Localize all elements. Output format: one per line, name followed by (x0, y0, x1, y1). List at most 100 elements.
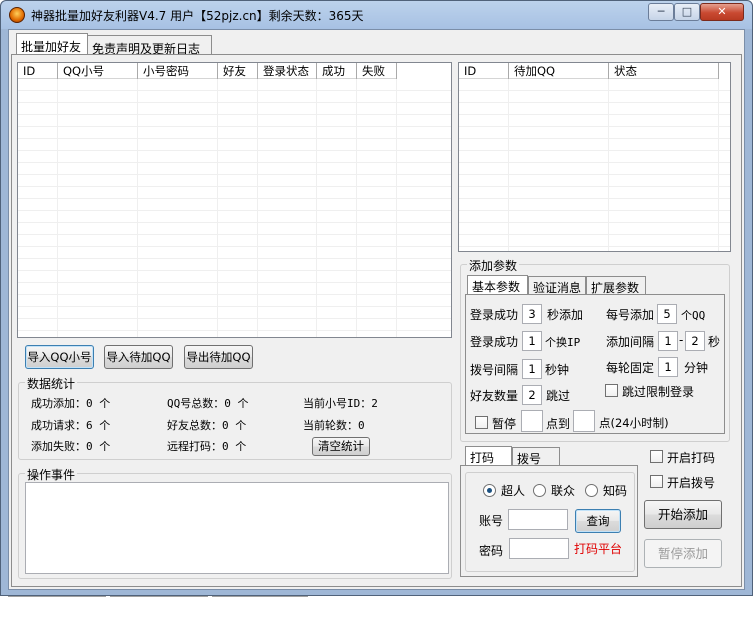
close-icon: ✕ (717, 5, 727, 18)
captcha-options-group: 超人 联众 知码 账号 查询 密码 打码平台 (465, 472, 635, 572)
events-log[interactable] (25, 482, 449, 574)
accounts-list-body (18, 79, 451, 337)
minimize-icon: ─ (657, 5, 665, 18)
pending-list[interactable]: ID 待加QQ 状态 (458, 62, 731, 252)
pause-add-button[interactable]: 暂停添加 (644, 539, 722, 568)
stat-qq-total: QQ号总数：0 个 (167, 397, 249, 410)
stats-group-label: 数据统计 (25, 375, 78, 392)
per-account-input[interactable]: 5 (657, 304, 677, 324)
app-logo-icon (9, 7, 25, 23)
close-button[interactable]: ✕ (700, 3, 744, 21)
label-change-ip: 个换IP (545, 336, 581, 349)
col-password[interactable]: 小号密码 (138, 63, 218, 79)
col-pending-qq[interactable]: 待加QQ (509, 63, 609, 79)
col-pending-status[interactable]: 状态 (609, 63, 719, 79)
label-minutes: 分钟 (684, 361, 709, 375)
client-area: 批量加好友 免责声明及更新日志 ID QQ小号 小号密码 好友 登录状态 成功 … (8, 29, 745, 590)
label-per-qq: 个QQ (681, 309, 706, 322)
main-window: 神器批量加好友利器V4.7 用户【52pjz.cn】剩余天数：365天 ─ □ … (0, 0, 753, 596)
params-group: 添加参数 基本参数 验证消息 扩展参数 登录成功 3 秒添加 登录成功 1 个换… (460, 257, 730, 442)
import-pending-button[interactable]: 导入待加QQ (104, 345, 173, 369)
maximize-icon: □ (681, 5, 693, 18)
status-cell (110, 596, 208, 598)
label-per-round: 每轮固定 (606, 361, 655, 375)
grid-line (508, 79, 509, 251)
col-fail[interactable]: 失败 (357, 63, 397, 79)
label-account: 账号 (479, 514, 504, 528)
enable-dial-checkbox[interactable] (650, 475, 663, 488)
captcha-password-input[interactable] (509, 538, 569, 559)
pause-checkbox[interactable] (475, 416, 488, 429)
grid-line (396, 79, 397, 337)
window-title: 神器批量加好友利器V4.7 用户【52pjz.cn】剩余天数：365天 (31, 9, 364, 23)
captcha-platform-label: 打码平台 (574, 542, 623, 556)
grid-line (356, 79, 357, 337)
tab-batch-add[interactable]: 批量加好友 (16, 33, 88, 55)
label-to: 点到 (546, 417, 571, 431)
change-ip-count-input[interactable]: 1 (522, 331, 542, 351)
tab-dial[interactable]: 拨号 (512, 447, 560, 466)
grid-line (316, 79, 317, 337)
label-lianzhong: 联众 (551, 484, 576, 498)
title-bar[interactable]: 神器批量加好友利器V4.7 用户【52pjz.cn】剩余天数：365天 ─ □ … (1, 1, 752, 29)
import-qq-button[interactable]: 导入QQ小号 (25, 345, 94, 369)
tab-basic-params[interactable]: 基本参数 (467, 275, 528, 294)
label-chaoren: 超人 (501, 484, 526, 498)
label-per-account: 每号添加 (606, 308, 655, 322)
clear-stats-button[interactable]: 清空统计 (312, 437, 370, 456)
export-pending-button[interactable]: 导出待加QQ (184, 345, 253, 369)
tab-disclaimer-changelog[interactable]: 免责声明及更新日志 (88, 35, 212, 56)
grid-line (608, 79, 609, 251)
friend-count-input[interactable]: 2 (522, 385, 542, 405)
events-group: 操作事件 (18, 466, 452, 579)
query-button[interactable]: 查询 (575, 509, 621, 533)
stat-current-id: 当前小号ID：2 (303, 397, 378, 410)
col-success[interactable]: 成功 (317, 63, 357, 79)
start-add-button[interactable]: 开始添加 (644, 500, 722, 529)
radio-lianzhong[interactable] (533, 484, 546, 497)
col-qq[interactable]: QQ小号 (58, 63, 138, 79)
add-interval-from-input[interactable]: 1 (658, 331, 678, 351)
status-cell (212, 596, 308, 598)
maximize-button[interactable]: □ (674, 3, 700, 21)
stat-remote-captcha: 远程打码：0 个 (167, 440, 247, 453)
radio-chaoren[interactable] (483, 484, 496, 497)
tab-extended-params[interactable]: 扩展参数 (586, 276, 646, 295)
label-login-success-2: 登录成功 (470, 335, 519, 349)
pending-list-header: ID 待加QQ 状态 (459, 63, 719, 79)
label-seconds: 秒钟 (545, 363, 570, 377)
col-pending-id[interactable]: ID (459, 63, 509, 79)
tab-verify-message[interactable]: 验证消息 (528, 276, 586, 295)
grid-line (137, 79, 138, 337)
dial-interval-input[interactable]: 1 (522, 359, 542, 379)
label-seconds-add: 秒添加 (547, 308, 584, 322)
status-bar (0, 596, 753, 620)
login-success-seconds-input[interactable]: 3 (522, 304, 542, 324)
grid-line (57, 79, 58, 337)
label-login-success-1: 登录成功 (470, 308, 519, 322)
stat-add-fail: 添加失败：0 个 (31, 440, 111, 453)
accounts-list[interactable]: ID QQ小号 小号密码 好友 登录状态 成功 失败 (17, 62, 452, 338)
grid-line (217, 79, 218, 337)
label-password: 密码 (479, 544, 504, 558)
label-add-interval: 添加间隔 (606, 335, 655, 349)
radio-zhima[interactable] (585, 484, 598, 497)
stat-success-request: 成功请求：6 个 (31, 419, 111, 432)
stat-success-add: 成功添加：0 个 (31, 397, 111, 410)
enable-captcha-checkbox[interactable] (650, 450, 663, 463)
col-login-status[interactable]: 登录状态 (258, 63, 317, 79)
pause-end-input[interactable] (573, 410, 595, 432)
events-group-label: 操作事件 (25, 466, 78, 483)
minimize-button[interactable]: ─ (648, 3, 674, 21)
per-round-input[interactable]: 1 (658, 357, 678, 377)
label-pause: 暂停 (492, 417, 517, 431)
captcha-account-input[interactable] (508, 509, 568, 530)
skip-limited-checkbox[interactable] (605, 384, 618, 397)
col-friends[interactable]: 好友 (218, 63, 258, 79)
add-interval-to-input[interactable]: 2 (685, 331, 705, 351)
captcha-panel: 超人 联众 知码 账号 查询 密码 打码平台 (460, 465, 638, 577)
label-enable-captcha: 开启打码 (667, 451, 716, 465)
pause-start-input[interactable] (521, 410, 543, 432)
col-id[interactable]: ID (18, 63, 58, 79)
tab-captcha[interactable]: 打码 (465, 446, 512, 466)
